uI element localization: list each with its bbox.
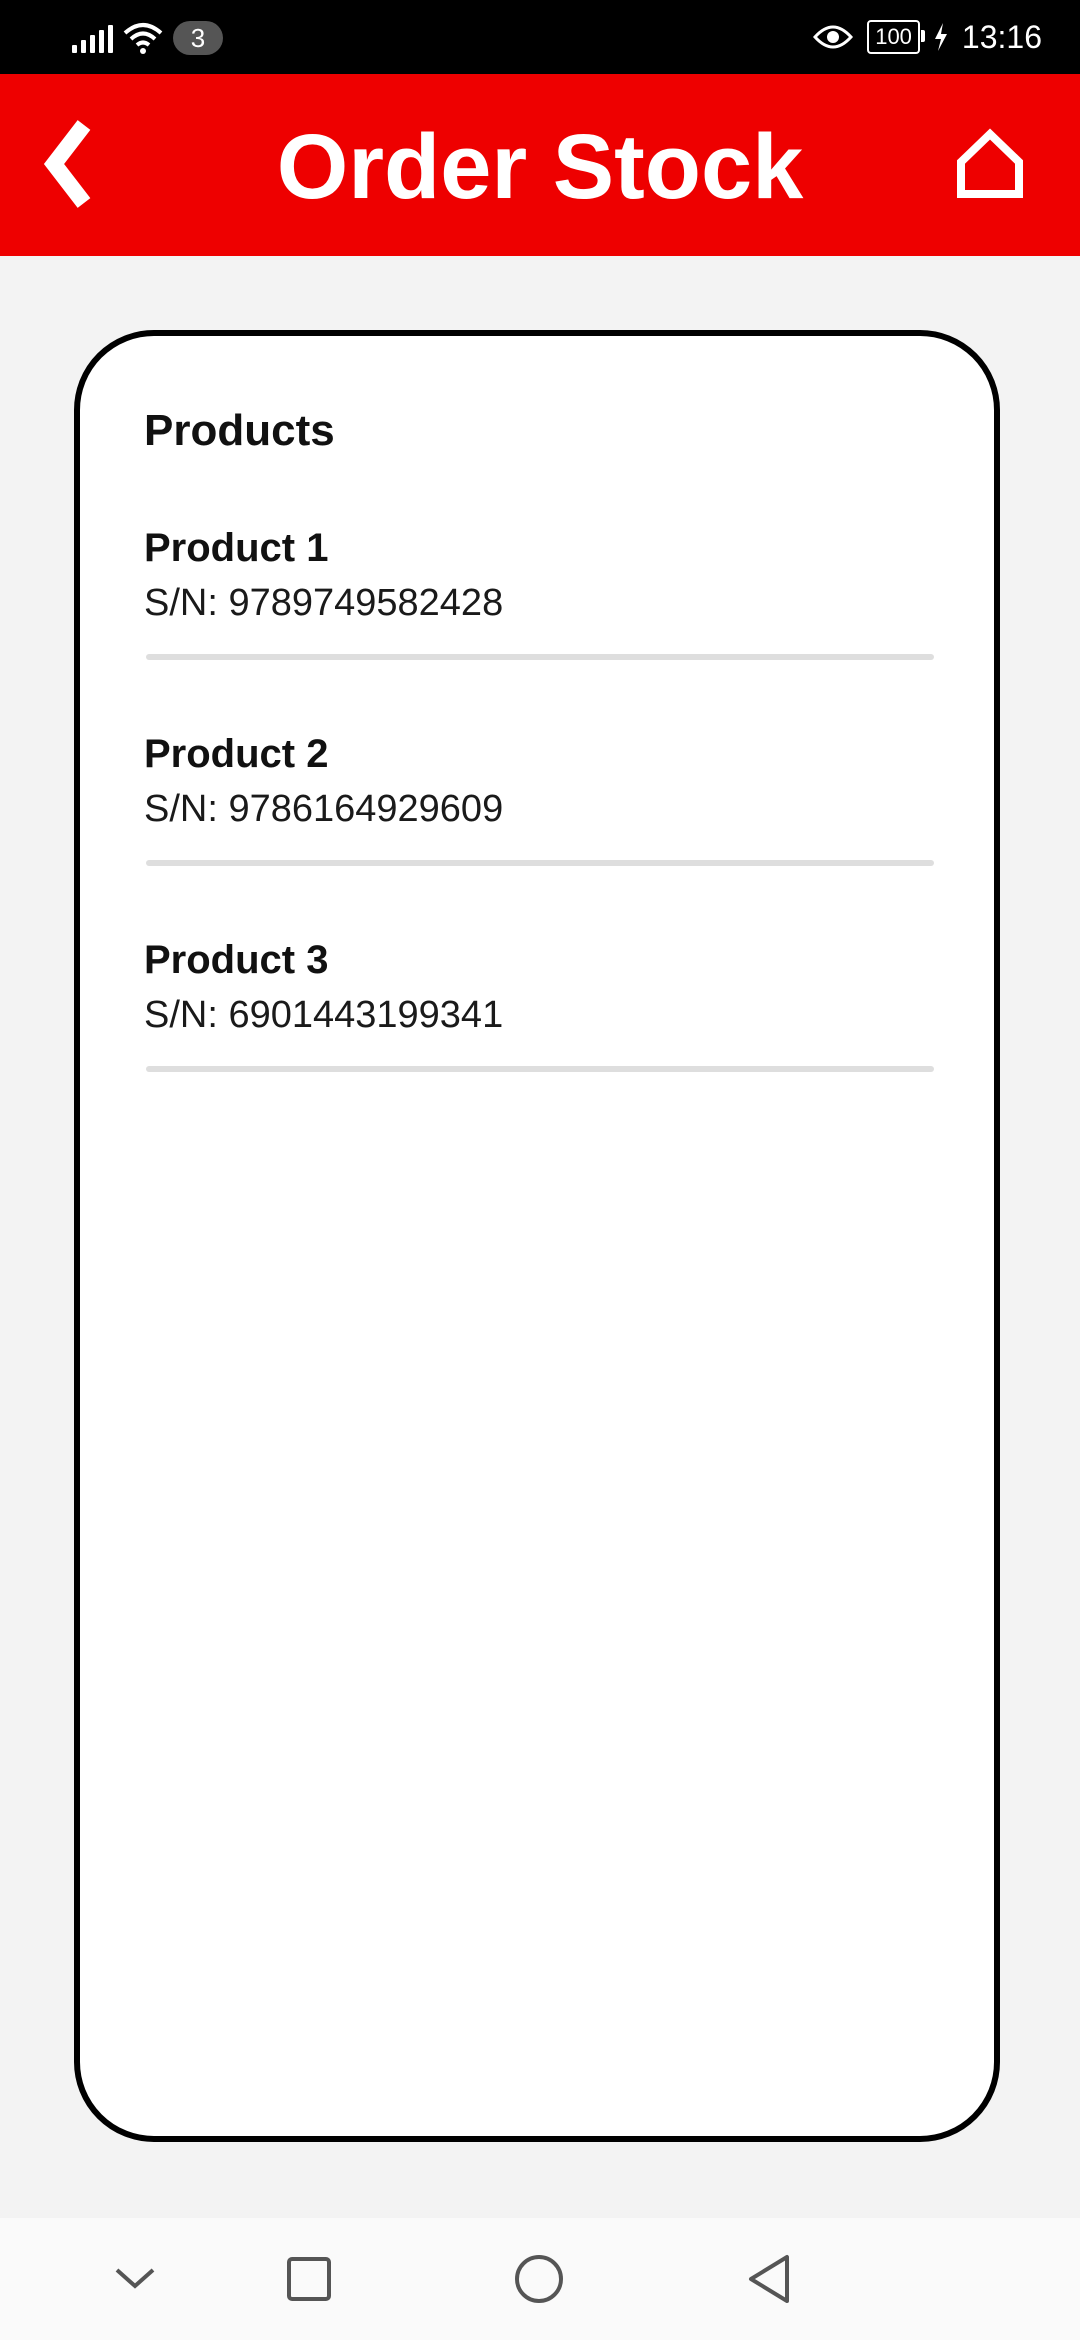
list-item[interactable]: Product 3 S/N: 6901443199341 [144, 938, 934, 1144]
divider [146, 860, 934, 866]
divider [146, 1066, 934, 1072]
home-icon [957, 128, 1023, 198]
section-title: Products [144, 406, 335, 455]
square-icon [287, 2257, 331, 2301]
wifi-icon [123, 23, 163, 54]
nav-recent-button[interactable] [276, 2246, 342, 2312]
products-card: Products Product 1 S/N: 9789749582428 Pr… [74, 330, 1000, 2142]
home-button[interactable] [950, 124, 1030, 204]
charging-icon [934, 23, 947, 51]
notification-count-badge: 3 [173, 21, 223, 55]
nav-back-button[interactable] [736, 2246, 802, 2312]
system-nav-bar [0, 2218, 1080, 2340]
product-serial: S/N: 6901443199341 [144, 994, 504, 1036]
list-item[interactable]: Product 1 S/N: 9789749582428 [144, 526, 934, 732]
product-serial: S/N: 9789749582428 [144, 582, 504, 624]
circle-icon [515, 2255, 563, 2303]
divider [146, 654, 934, 660]
battery-level: 100 [875, 24, 912, 49]
product-name: Product 1 [144, 526, 329, 570]
page-title: Order Stock [276, 116, 804, 218]
product-serial: S/N: 9786164929609 [144, 788, 504, 830]
signal-icon [72, 23, 113, 53]
product-name: Product 2 [144, 732, 329, 776]
chevron-down-icon [115, 2268, 155, 2289]
triangle-back-icon [749, 2255, 789, 2303]
product-list: Product 1 S/N: 9789749582428 Product 2 S… [144, 526, 934, 1144]
nav-hide-button[interactable] [102, 2246, 168, 2312]
status-left: 3 [72, 18, 223, 58]
product-name: Product 3 [144, 938, 329, 982]
battery-indicator: 100 [867, 20, 925, 54]
list-item[interactable]: Product 2 S/N: 9786164929609 [144, 732, 934, 938]
app-bar: Order Stock [0, 74, 1080, 256]
eye-icon [813, 25, 854, 49]
clock: 13:16 [961, 18, 1042, 55]
status-bar: 3 100 13:16 [0, 0, 1080, 74]
status-right: 100 13:16 [813, 14, 1042, 60]
nav-home-button[interactable] [506, 2246, 572, 2312]
